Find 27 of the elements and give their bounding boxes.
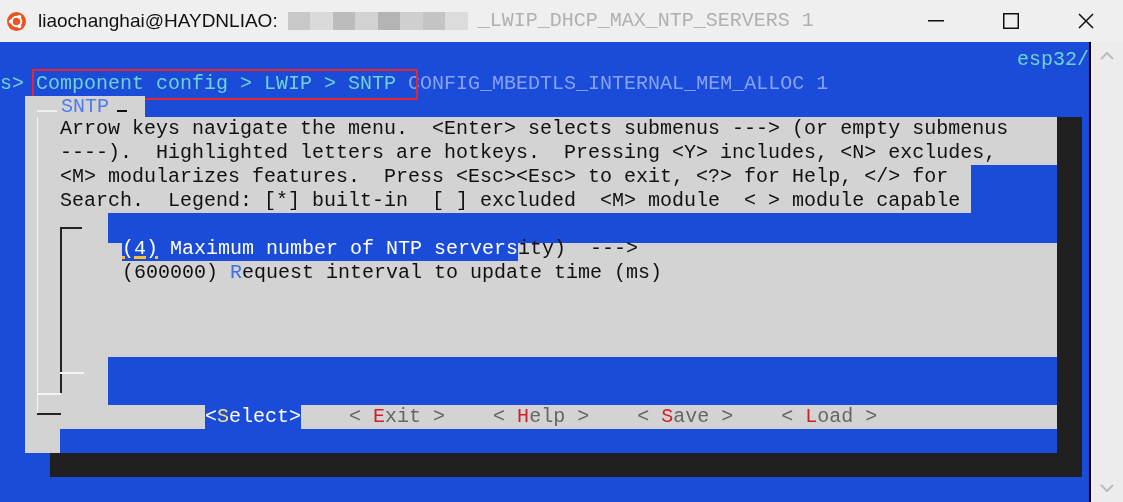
item-value: (600000): [122, 261, 219, 285]
dialog-button[interactable]: < Help >: [493, 405, 590, 429]
help-text: <M> modularizes features. Press <Esc><Esc> to exit, <?> for Help, </> for: [60, 165, 950, 189]
help-text: Arrow keys navigate the menu. <Enter> selects submenus ---> (or empty submenus: [60, 117, 1010, 141]
menu-item[interactable]: Request interval to update time (ms): [230, 261, 663, 285]
ubuntu-logo-icon: [7, 11, 26, 31]
dialog-button[interactable]: < Exit >: [349, 405, 446, 429]
close-icon: [1077, 13, 1094, 29]
minimize-icon: [927, 20, 944, 22]
menu-item[interactable]: Maximum number of NTP servers: [170, 237, 519, 261]
help-text: Search. Legend: [*] built-in [ ] excluded <M> module < > module capable: [60, 189, 962, 213]
scrollbar[interactable]: [1091, 42, 1123, 502]
window-title: liaochanghai@HAYDNLIAO:: [38, 8, 278, 33]
dialog-button[interactable]: <Select>: [205, 405, 302, 429]
scroll-up-icon[interactable]: [1100, 52, 1114, 60]
dialog-title: SNTP: [61, 96, 109, 117]
ghost-text: ity) --->: [518, 237, 639, 261]
ghost-text: _LWIP_DHCP_MAX_NTP_SERVERS 1: [477, 8, 814, 34]
dialog-button[interactable]: < Load >: [781, 405, 878, 429]
prompt-text: s>: [0, 72, 24, 96]
help-text: ----). Highlighted letters are hotkeys. Pressing <Y> includes, <N> excludes,: [60, 141, 998, 165]
maximize-icon: [1002, 13, 1019, 29]
dialog-button[interactable]: < Save >: [637, 405, 734, 429]
breadcrumb: Component config > LWIP > SNTP: [36, 72, 397, 96]
path-text: esp32/: [1017, 48, 1089, 72]
scroll-down-icon[interactable]: [1100, 484, 1114, 492]
item-value: (4): [122, 237, 170, 261]
